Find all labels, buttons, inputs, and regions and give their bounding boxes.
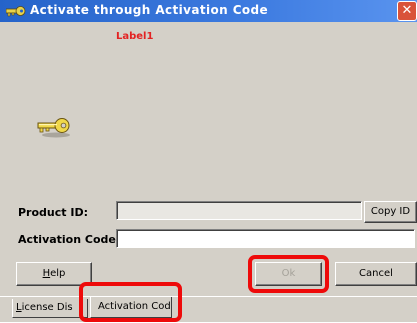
key-icon [6,6,26,17]
close-icon: ✕ [401,3,413,18]
dialog-body: Label1 Product ID: Copy ID Activation Co… [0,22,417,322]
copy-id-button[interactable]: Copy ID [364,201,417,223]
close-button[interactable]: ✕ [397,1,417,21]
activation-code-field[interactable] [116,229,415,248]
key-icon [37,118,70,138]
tab-strip: License Dis Activation Code [0,296,417,323]
activation-dialog: Activate through Activation Code ✕ Label… [0,0,417,322]
product-id-field[interactable] [116,201,362,220]
window-title: Activate through Activation Code [30,3,269,17]
help-button-label: elp [50,268,66,279]
help-button[interactable]: Help [16,262,92,286]
help-button-mnemonic: H [42,268,51,279]
product-id-label: Product ID: [18,206,88,219]
tab-activation-code[interactable]: Activation Code [90,297,172,318]
cancel-button[interactable]: Cancel [335,262,417,286]
status-label: Label1 [116,31,154,42]
activation-code-label: Activation Code: [18,233,121,246]
ok-button[interactable]: Ok [255,262,322,286]
tab-license-display[interactable]: License Dis [12,299,88,318]
title-bar[interactable]: Activate through Activation Code ✕ [0,0,417,22]
tab-license-label: icense Dis [21,302,73,313]
